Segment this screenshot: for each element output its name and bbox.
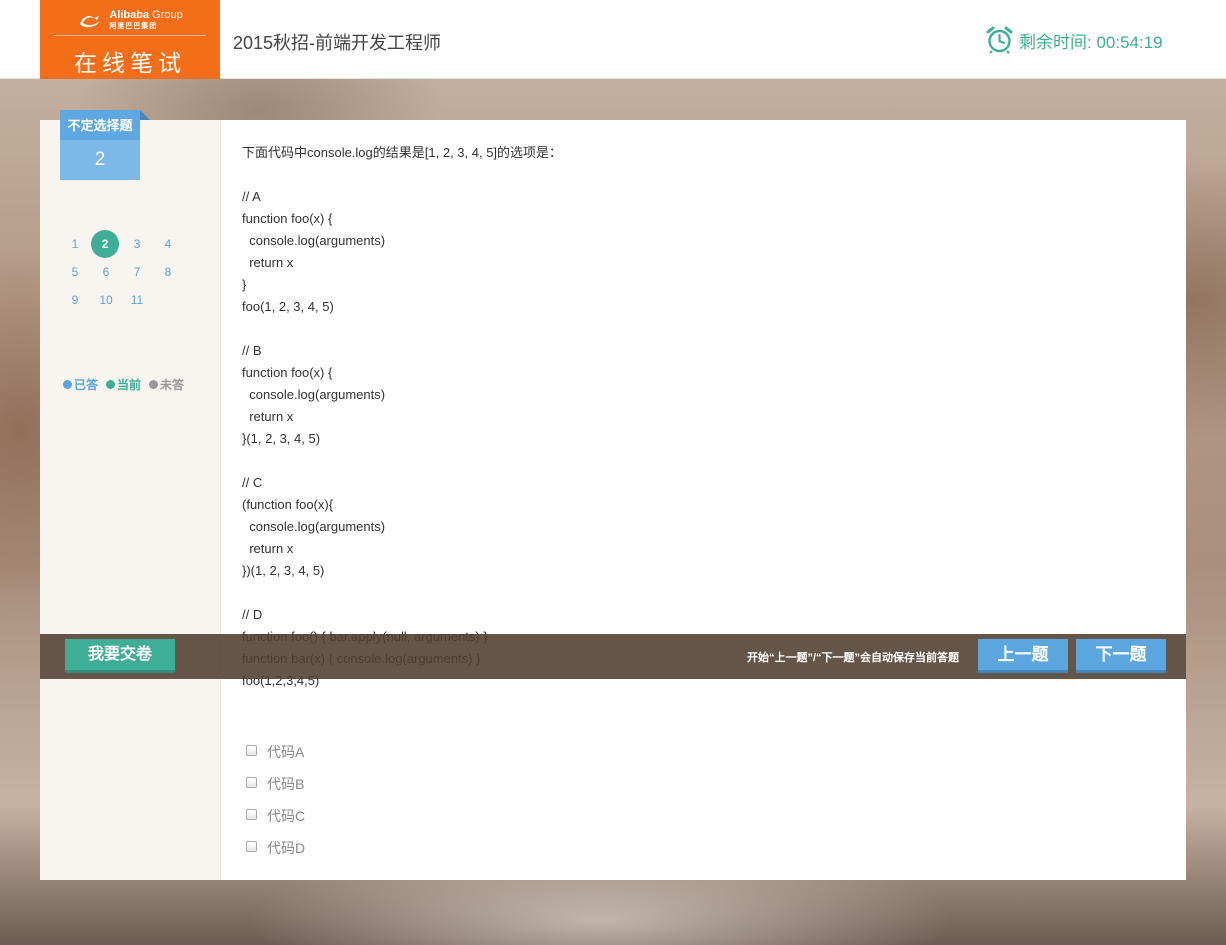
legend-unanswered-label: 未答 — [160, 378, 185, 392]
alibaba-logo: Alibaba Group 阿里巴巴集团 — [54, 6, 206, 36]
question-text: 下面代码中console.log的结果是[1, 2, 3, 4, 5]的选项是： — [242, 145, 563, 160]
alarm-clock-icon — [986, 26, 1013, 54]
option-a[interactable]: 代码A — [246, 736, 305, 768]
option-b[interactable]: 代码B — [246, 768, 305, 800]
badge-fold — [140, 110, 150, 120]
question-type-label: 不定选择题 — [60, 110, 140, 140]
logo-brand: Alibaba — [109, 8, 150, 21]
autosave-hint: 开始“上一题”/“下一题”会自动保存当前答题 — [747, 652, 960, 664]
question-nav-item[interactable]: 11 — [122, 286, 152, 314]
countdown-timer: 剩余时间: 00:54:19 — [986, 26, 1163, 54]
exam-title: 2015秋招-前端开发工程师 — [233, 33, 442, 53]
option-c-label: 代码C — [267, 808, 306, 824]
question-nav-item[interactable]: 5 — [60, 258, 90, 286]
legend-current-label: 当前 — [117, 378, 142, 392]
legend-answered: 已答 — [63, 376, 98, 393]
top-header: Alibaba Group 阿里巴巴集团 在线笔试 2015秋招-前端开发工程师… — [0, 0, 1226, 79]
question-code: // A function foo(x) { console.log(argum… — [242, 189, 488, 688]
logo-subtitle: 阿里巴巴集团 — [109, 22, 158, 30]
legend-unanswered: 未答 — [149, 376, 184, 393]
current-dot-icon — [106, 380, 116, 389]
question-nav-item[interactable]: 6 — [91, 258, 121, 286]
logo-group: Group — [152, 8, 183, 21]
legend-current: 当前 — [106, 376, 141, 393]
status-legend: 已答 当前 未答 — [63, 376, 184, 393]
option-a-checkbox[interactable] — [246, 744, 257, 756]
previous-question-button[interactable]: 上一题 — [978, 639, 1068, 673]
answer-options: 代码A 代码B 代码C 代码D — [246, 736, 305, 864]
option-b-label: 代码B — [267, 776, 305, 792]
question-nav-item-current[interactable]: 2 — [91, 230, 119, 258]
question-type-badge: 不定选择题 2 — [60, 110, 140, 180]
alibaba-smile-icon — [80, 15, 101, 27]
question-nav-item[interactable]: 8 — [153, 258, 183, 286]
question-nav-item[interactable]: 1 — [60, 230, 90, 258]
exam-card: 不定选择题 2 1 2 3 4 5 6 7 8 9 10 11 已答 当前 未答… — [40, 110, 1186, 880]
question-type-number: 2 — [94, 149, 106, 170]
question-nav-item[interactable]: 7 — [122, 258, 152, 286]
option-c[interactable]: 代码C — [246, 800, 305, 832]
option-b-checkbox[interactable] — [246, 776, 257, 788]
submit-exam-button[interactable]: 我要交卷 — [65, 639, 175, 673]
option-c-checkbox[interactable] — [246, 808, 257, 820]
question-nav-item[interactable]: 10 — [91, 286, 121, 314]
timer-text: 剩余时间: 00:54:19 — [1019, 32, 1163, 52]
question-nav-item[interactable]: 3 — [122, 230, 152, 258]
bottom-action-bar: 我要交卷 开始“上一题”/“下一题”会自动保存当前答题 上一题 下一题 — [40, 634, 1186, 679]
logo-block: Alibaba Group 阿里巴巴集团 在线笔试 — [40, 0, 220, 79]
option-d-label: 代码D — [267, 840, 306, 856]
option-a-label: 代码A — [267, 744, 305, 760]
legend-answered-label: 已答 — [74, 378, 99, 392]
next-question-button[interactable]: 下一题 — [1076, 639, 1166, 673]
option-d[interactable]: 代码D — [246, 832, 305, 864]
unanswered-dot-icon — [149, 380, 159, 389]
question-nav-item[interactable]: 9 — [60, 286, 90, 314]
question-sidebar: 不定选择题 2 1 2 3 4 5 6 7 8 9 10 11 已答 当前 未答 — [40, 110, 221, 880]
option-d-checkbox[interactable] — [246, 840, 257, 852]
logo-title: 在线笔试 — [74, 51, 186, 77]
question-content: 下面代码中console.log的结果是[1, 2, 3, 4, 5]的选项是：… — [242, 142, 1162, 692]
answered-dot-icon — [63, 380, 72, 389]
question-nav-item[interactable]: 4 — [153, 230, 183, 258]
